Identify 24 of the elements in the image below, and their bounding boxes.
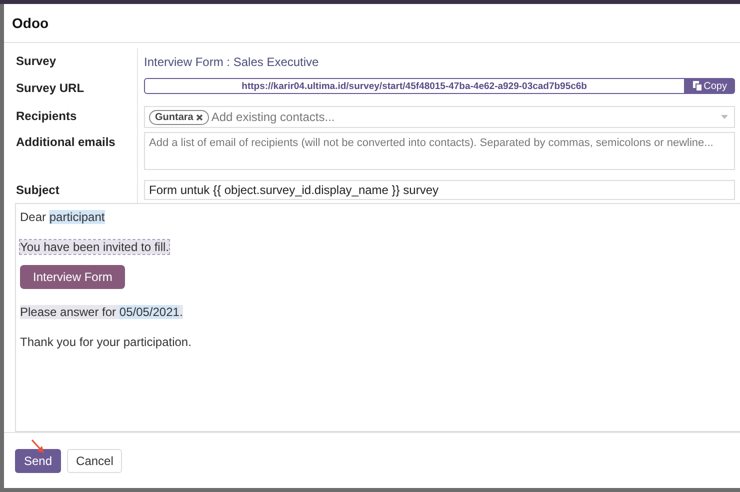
arrow-annotation: [31, 439, 45, 454]
body-text: Thank you for your participation.: [20, 335, 192, 349]
remove-icon[interactable]: [196, 114, 204, 120]
url-field[interactable]: https://karir04.ultima.id/survey/start/45f48015-47ba-4e62-a929-03cad7b95c6b: [144, 78, 685, 94]
cancel-button[interactable]: Cancel: [67, 448, 122, 472]
recipients-field[interactable]: Guntara Add existing contacts...: [144, 106, 735, 128]
field-label: Survey: [4, 48, 138, 75]
recipient-tag[interactable]: Guntara: [149, 110, 210, 124]
field-label: Subject: [4, 177, 138, 203]
dialog-title: Odoo: [12, 15, 49, 31]
body-text: Please answer for 05/05/2021.: [20, 305, 184, 319]
body-text: You have been invited to fill.: [20, 240, 170, 254]
body-text: Dear participant: [20, 210, 106, 224]
subject-field[interactable]: Form untuk {{ object.survey_id.display_name }} survey: [144, 180, 735, 200]
field-label: Additional emails: [4, 129, 138, 177]
email-body-editor[interactable]: Dear participant You have been invited to fill. Interview Form Please answer for 05/05/2021. Thank you for your participation.: [15, 203, 740, 432]
send-button[interactable]: Send: [15, 448, 62, 472]
field-label: Recipients: [4, 103, 138, 129]
interview-form-button[interactable]: Interview Form: [20, 265, 126, 289]
emails-field[interactable]: Add a list of email of recipients (will not be converted into contacts). Separated by commas, semicolons or newline...: [144, 132, 735, 170]
survey-link[interactable]: Interview Form : Sales Executive: [144, 55, 319, 69]
field-label: Survey URL: [4, 75, 138, 103]
copy-icon: [692, 81, 702, 91]
copy-button[interactable]: Copy: [684, 78, 735, 94]
